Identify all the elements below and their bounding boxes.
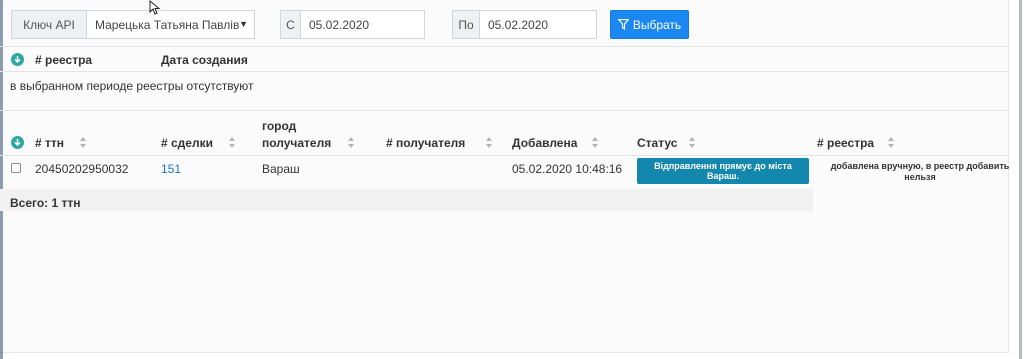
sort-icon[interactable] [486, 137, 493, 149]
column-header-city-line1: город [262, 119, 297, 133]
status-badge: Відправлення прямує до міста Вараш. [637, 158, 809, 184]
column-header-city[interactable]: город получателя [262, 118, 331, 152]
date-from-filter: С 05.02.2020 [280, 10, 425, 39]
sort-icon[interactable] [229, 137, 236, 149]
divider [0, 71, 1008, 72]
added-cell: 05.02.2020 10:48:16 [512, 162, 623, 176]
date-to-label: По [452, 10, 480, 39]
sort-down-icon[interactable] [11, 53, 24, 66]
api-key-label: Ключ API [11, 10, 87, 39]
chevron-down-icon: ▼ [239, 19, 248, 29]
deal-link[interactable]: 151 [161, 162, 181, 176]
registry-column-created[interactable]: Дата создания [161, 53, 248, 67]
registry-note: добавлена вручную, в реестр добавить нел… [830, 161, 1010, 182]
column-header-recipient[interactable]: # получателя [386, 136, 465, 150]
api-key-select[interactable]: Марецька Татьяна Павлів ▼ [87, 10, 255, 39]
column-header-deal[interactable]: # сделки [161, 136, 213, 150]
api-key-value: Марецька Татьяна Павлів [95, 17, 240, 32]
date-from-input[interactable]: 05.02.2020 [301, 10, 425, 39]
sort-icon[interactable] [80, 137, 87, 149]
column-header-registry[interactable]: # реестра [817, 136, 874, 150]
date-to-input[interactable]: 05.02.2020 [480, 10, 597, 39]
left-window-edge [0, 0, 3, 359]
mouse-cursor-icon [149, 0, 161, 15]
total-count: Всего: 1 ттн [0, 189, 813, 211]
sort-down-icon[interactable] [11, 136, 24, 149]
column-header-added[interactable]: Добавлена [512, 136, 577, 150]
sort-icon[interactable] [689, 137, 696, 149]
row-checkbox[interactable] [11, 163, 21, 173]
date-from-label: С [280, 10, 301, 39]
sort-icon[interactable] [348, 137, 355, 149]
registry-column-number[interactable]: # реестра [35, 53, 92, 67]
filter-icon [617, 19, 629, 30]
column-header-status[interactable]: Статус [637, 136, 677, 150]
ttn-cell: 20450202950032 [35, 162, 129, 176]
divider [0, 110, 1008, 111]
divider [0, 46, 1008, 47]
date-to-filter: По 05.02.2020 [452, 10, 597, 39]
select-button-label: Выбрать [632, 17, 682, 32]
column-header-ttn[interactable]: # ттн [35, 136, 64, 150]
select-button[interactable]: Выбрать [610, 10, 689, 39]
sort-icon[interactable] [888, 137, 895, 149]
api-key-filter: Ключ API Марецька Татьяна Павлів ▼ [11, 10, 255, 39]
sort-icon[interactable] [592, 137, 599, 149]
empty-registry-message: в выбранном периоде реестры отсутствуют [10, 79, 254, 93]
column-header-city-line2: получателя [262, 136, 332, 150]
city-cell: Вараш [262, 162, 300, 176]
divider [0, 155, 1008, 156]
